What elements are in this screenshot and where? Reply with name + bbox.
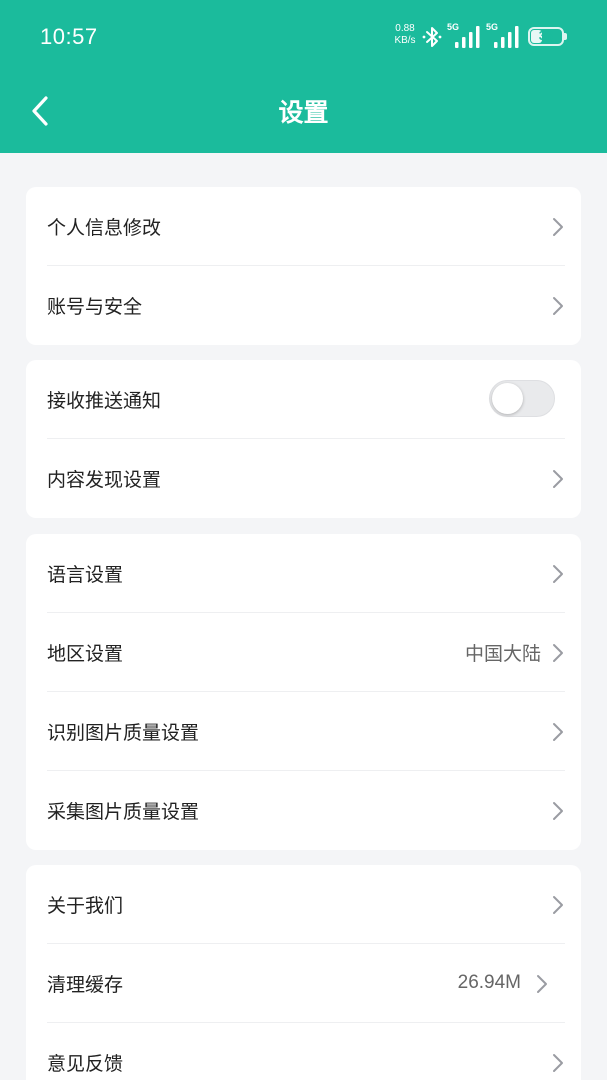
bluetooth-icon: [422, 27, 442, 47]
settings-item-feedback[interactable]: 意见反馈: [47, 1023, 565, 1080]
chevron-right-icon: [553, 565, 563, 583]
settings-group-about: 关于我们 清理缓存 26.94M 意见反馈: [26, 865, 581, 1080]
network-speed-value: 0.88: [395, 23, 415, 34]
chevron-right-icon: [553, 896, 563, 914]
battery-icon: 33: [528, 27, 567, 46]
settings-group-account: 个人信息修改 账号与安全: [26, 187, 581, 345]
settings-item-account-security[interactable]: 账号与安全: [47, 266, 565, 345]
settings-item-label: 采集图片质量设置: [47, 801, 200, 823]
settings-item-label: 地区设置: [47, 642, 124, 665]
settings-item-label: 接收推送通知: [47, 389, 162, 412]
settings-item-recognition-image-quality[interactable]: 识别图片质量设置: [47, 692, 565, 771]
push-notification-toggle[interactable]: [489, 380, 555, 417]
chevron-right-icon: [553, 802, 563, 820]
chevron-right-icon: [553, 218, 563, 236]
settings-item-language[interactable]: 语言设置: [47, 534, 565, 613]
signal-bars-icon: [494, 26, 519, 48]
settings-item-label: 个人信息修改: [47, 216, 162, 239]
signal-sim2: 5G: [486, 22, 522, 48]
network-speed: 0.88 KB/s: [390, 23, 420, 47]
chevron-right-icon: [553, 297, 563, 315]
settings-item-clear-cache[interactable]: 清理缓存 26.94M: [47, 944, 565, 1023]
settings-item-content-discovery[interactable]: 内容发现设置: [47, 439, 565, 518]
chevron-right-icon: [553, 470, 563, 488]
status-bar: 10:57 0.88 KB/s 5G 5G 33: [0, 0, 607, 76]
signal-sim1: 5G: [447, 22, 483, 48]
settings-item-label: 识别图片质量设置: [47, 721, 200, 744]
chevron-right-icon: [553, 644, 563, 662]
settings-item-profile-edit[interactable]: 个人信息修改: [47, 187, 565, 266]
settings-item-label: 关于我们: [47, 894, 124, 917]
network-speed-unit: KB/s: [394, 35, 416, 46]
settings-item-capture-image-quality[interactable]: 采集图片质量设置: [47, 771, 565, 850]
settings-item-label: 语言设置: [47, 563, 124, 586]
settings-item-label: 内容发现设置: [47, 469, 162, 491]
battery-level: 33: [538, 28, 554, 43]
settings-item-label: 意见反馈: [47, 1053, 124, 1075]
header-bar: 10:57 0.88 KB/s 5G 5G 33 设置: [0, 0, 607, 153]
settings-item-region[interactable]: 地区设置 中国大陆: [47, 613, 565, 692]
settings-item-about-us[interactable]: 关于我们: [47, 865, 565, 944]
settings-group-preferences: 语言设置 地区设置 中国大陆 识别图片质量设置 采集图片质量设置: [26, 534, 581, 850]
signal-bars-icon: [455, 26, 480, 48]
chevron-right-icon: [537, 975, 547, 993]
settings-group-notifications: 接收推送通知 内容发现设置: [26, 360, 581, 518]
chevron-right-icon: [553, 723, 563, 741]
page-title: 设置: [278, 98, 329, 127]
chevron-right-icon: [553, 1054, 563, 1072]
settings-item-push-notifications: 接收推送通知: [47, 360, 565, 439]
settings-item-label: 清理缓存: [47, 973, 124, 996]
battery-tip: [564, 33, 567, 40]
region-value: 中国大陆: [464, 643, 541, 665]
toggle-knob: [492, 383, 523, 414]
settings-item-label: 账号与安全: [47, 296, 143, 318]
status-time: 10:57: [40, 24, 98, 49]
cache-size-value: 26.94M: [457, 972, 521, 993]
